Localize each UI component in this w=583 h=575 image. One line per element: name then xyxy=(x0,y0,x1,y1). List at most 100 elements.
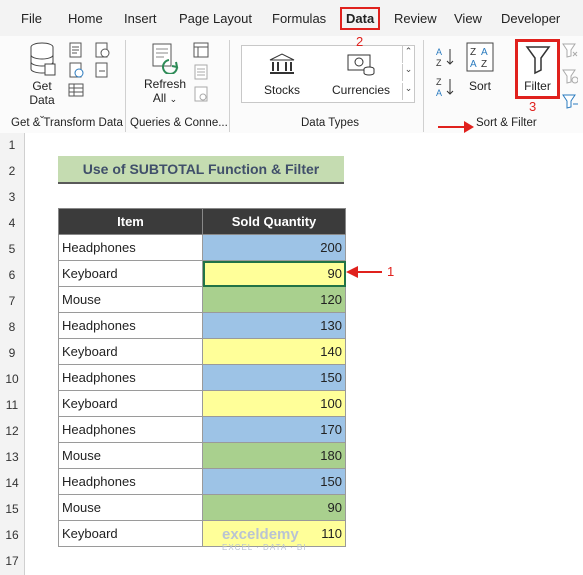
table-row: Mouse 180 xyxy=(58,442,346,469)
row-number[interactable]: 10 xyxy=(0,372,24,386)
arrow-head-icon xyxy=(346,266,358,278)
table-row: Headphones 150 xyxy=(58,364,346,391)
table-row: Headphones 150 xyxy=(58,468,346,495)
menu-view[interactable]: View xyxy=(454,11,482,26)
table-row: Keyboard 140 xyxy=(58,338,346,365)
quantity-cell[interactable]: 200 xyxy=(202,234,346,261)
group-get-transform: Get & Transform Data xyxy=(11,117,123,129)
refresh-all-button[interactable]: Refresh All ⌄ xyxy=(142,42,188,106)
item-cell[interactable]: Keyboard xyxy=(58,390,203,417)
get-data-label: Get Data ⌄ xyxy=(29,79,55,120)
annotation-step-3: 3 xyxy=(529,99,537,114)
filter-button[interactable]: Filter xyxy=(515,39,560,99)
header-item[interactable]: Item xyxy=(58,208,203,235)
selected-quantity-cell[interactable]: 90 xyxy=(202,260,346,287)
row-number[interactable]: 2 xyxy=(0,164,24,178)
menu-page-layout[interactable]: Page Layout xyxy=(179,11,252,26)
ribbon-divider xyxy=(229,40,230,132)
row-number[interactable]: 8 xyxy=(0,320,24,334)
item-cell[interactable]: Headphones xyxy=(58,416,203,443)
menu-developer[interactable]: Developer xyxy=(501,11,560,26)
sort-a-to-z-icon[interactable]: A Z xyxy=(435,46,455,68)
recent-sources-icon[interactable] xyxy=(94,42,110,58)
sort-button[interactable]: Z A A Z Sort xyxy=(463,42,497,93)
item-cell[interactable]: Mouse xyxy=(58,494,203,521)
item-cell[interactable]: Keyboard xyxy=(58,338,203,365)
row-number[interactable]: 5 xyxy=(0,242,24,256)
refresh-all-label: Refresh All ⌄ xyxy=(143,77,187,105)
reapply-filter-icon[interactable] xyxy=(562,68,578,84)
data-types-gallery: Stocks Currencies ⌃ ⌄ ⌄ xyxy=(241,45,415,103)
clear-filter-icon[interactable] xyxy=(562,42,578,58)
sort-z-to-a-icon[interactable]: Z A xyxy=(435,76,455,98)
item-cell[interactable]: Keyboard xyxy=(58,520,203,547)
menu-file[interactable]: File xyxy=(21,11,42,26)
menu-review[interactable]: Review xyxy=(394,11,437,26)
group-queries: Queries & Conne... xyxy=(130,117,228,129)
row-number[interactable]: 16 xyxy=(0,528,24,542)
currencies-button[interactable]: Currencies xyxy=(328,52,394,97)
row-number[interactable]: 6 xyxy=(0,268,24,282)
quantity-cell[interactable]: 140 xyxy=(202,338,346,365)
row-number[interactable]: 4 xyxy=(0,216,24,230)
stocks-button[interactable]: Stocks xyxy=(257,52,307,97)
from-table-icon[interactable] xyxy=(68,82,84,98)
item-cell[interactable]: Headphones xyxy=(58,364,203,391)
quantity-cell[interactable]: 130 xyxy=(202,312,346,339)
row-number[interactable]: 12 xyxy=(0,424,24,438)
quantity-cell[interactable]: 170 xyxy=(202,416,346,443)
ribbon-divider xyxy=(423,40,424,132)
table-row: Headphones 130 xyxy=(58,312,346,339)
menu-home[interactable]: Home xyxy=(68,11,103,26)
queries-connections-icon[interactable] xyxy=(193,42,209,58)
svg-text:Z: Z xyxy=(436,58,442,68)
row-number[interactable]: 15 xyxy=(0,502,24,516)
table-row: Mouse 120 xyxy=(58,286,346,313)
menu-formulas[interactable]: Formulas xyxy=(272,11,326,26)
edit-links-icon[interactable] xyxy=(193,86,209,102)
table-row: Keyboard 90 xyxy=(58,260,346,287)
table-row: Mouse 90 xyxy=(58,494,346,521)
get-data-button[interactable]: Get Data ⌄ xyxy=(24,42,60,122)
row-number[interactable]: 3 xyxy=(0,190,24,204)
row-number[interactable]: 7 xyxy=(0,294,24,308)
filter-funnel-icon xyxy=(525,46,550,75)
header-sold-quantity[interactable]: Sold Quantity xyxy=(202,208,346,235)
arrow-head-icon xyxy=(464,121,474,133)
row-number[interactable]: 14 xyxy=(0,476,24,490)
item-cell[interactable]: Keyboard xyxy=(58,260,203,287)
database-icon xyxy=(30,42,56,76)
table-row: Headphones 170 xyxy=(58,416,346,443)
annotation-step-2: 2 xyxy=(356,34,364,49)
row-number[interactable]: 13 xyxy=(0,450,24,464)
svg-text:A: A xyxy=(436,47,442,57)
advanced-filter-icon[interactable] xyxy=(562,93,578,109)
quantity-cell[interactable]: 180 xyxy=(202,442,346,469)
quantity-cell[interactable]: 120 xyxy=(202,286,346,313)
item-cell[interactable]: Headphones xyxy=(58,312,203,339)
row-number[interactable]: 17 xyxy=(0,554,24,568)
gallery-more-icon[interactable]: ⌄ xyxy=(402,83,414,100)
from-text-icon[interactable] xyxy=(68,42,84,58)
from-web-icon[interactable] xyxy=(68,62,84,78)
currencies-label: Currencies xyxy=(331,83,391,97)
gallery-scroll-down-icon[interactable]: ⌄ xyxy=(402,64,414,81)
gallery-scroll-up-icon[interactable]: ⌃ xyxy=(402,46,414,63)
menu-insert[interactable]: Insert xyxy=(124,11,157,26)
item-cell[interactable]: Mouse xyxy=(58,286,203,313)
quantity-cell[interactable]: 150 xyxy=(202,364,346,391)
quantity-cell[interactable]: 100 xyxy=(202,390,346,417)
quantity-cell[interactable]: 90 xyxy=(202,494,346,521)
row-number[interactable]: 1 xyxy=(0,138,24,152)
row-number[interactable]: 11 xyxy=(0,398,24,412)
existing-connections-icon[interactable] xyxy=(94,62,110,78)
row-number[interactable]: 9 xyxy=(0,346,24,360)
item-cell[interactable]: Mouse xyxy=(58,442,203,469)
properties-icon[interactable] xyxy=(193,64,209,80)
quantity-cell[interactable]: 150 xyxy=(202,468,346,495)
item-cell[interactable]: Headphones xyxy=(58,234,203,261)
menu-data[interactable]: Data xyxy=(340,7,381,30)
stocks-label: Stocks xyxy=(263,83,300,97)
annotation-step-1: 1 xyxy=(387,264,395,279)
item-cell[interactable]: Headphones xyxy=(58,468,203,495)
